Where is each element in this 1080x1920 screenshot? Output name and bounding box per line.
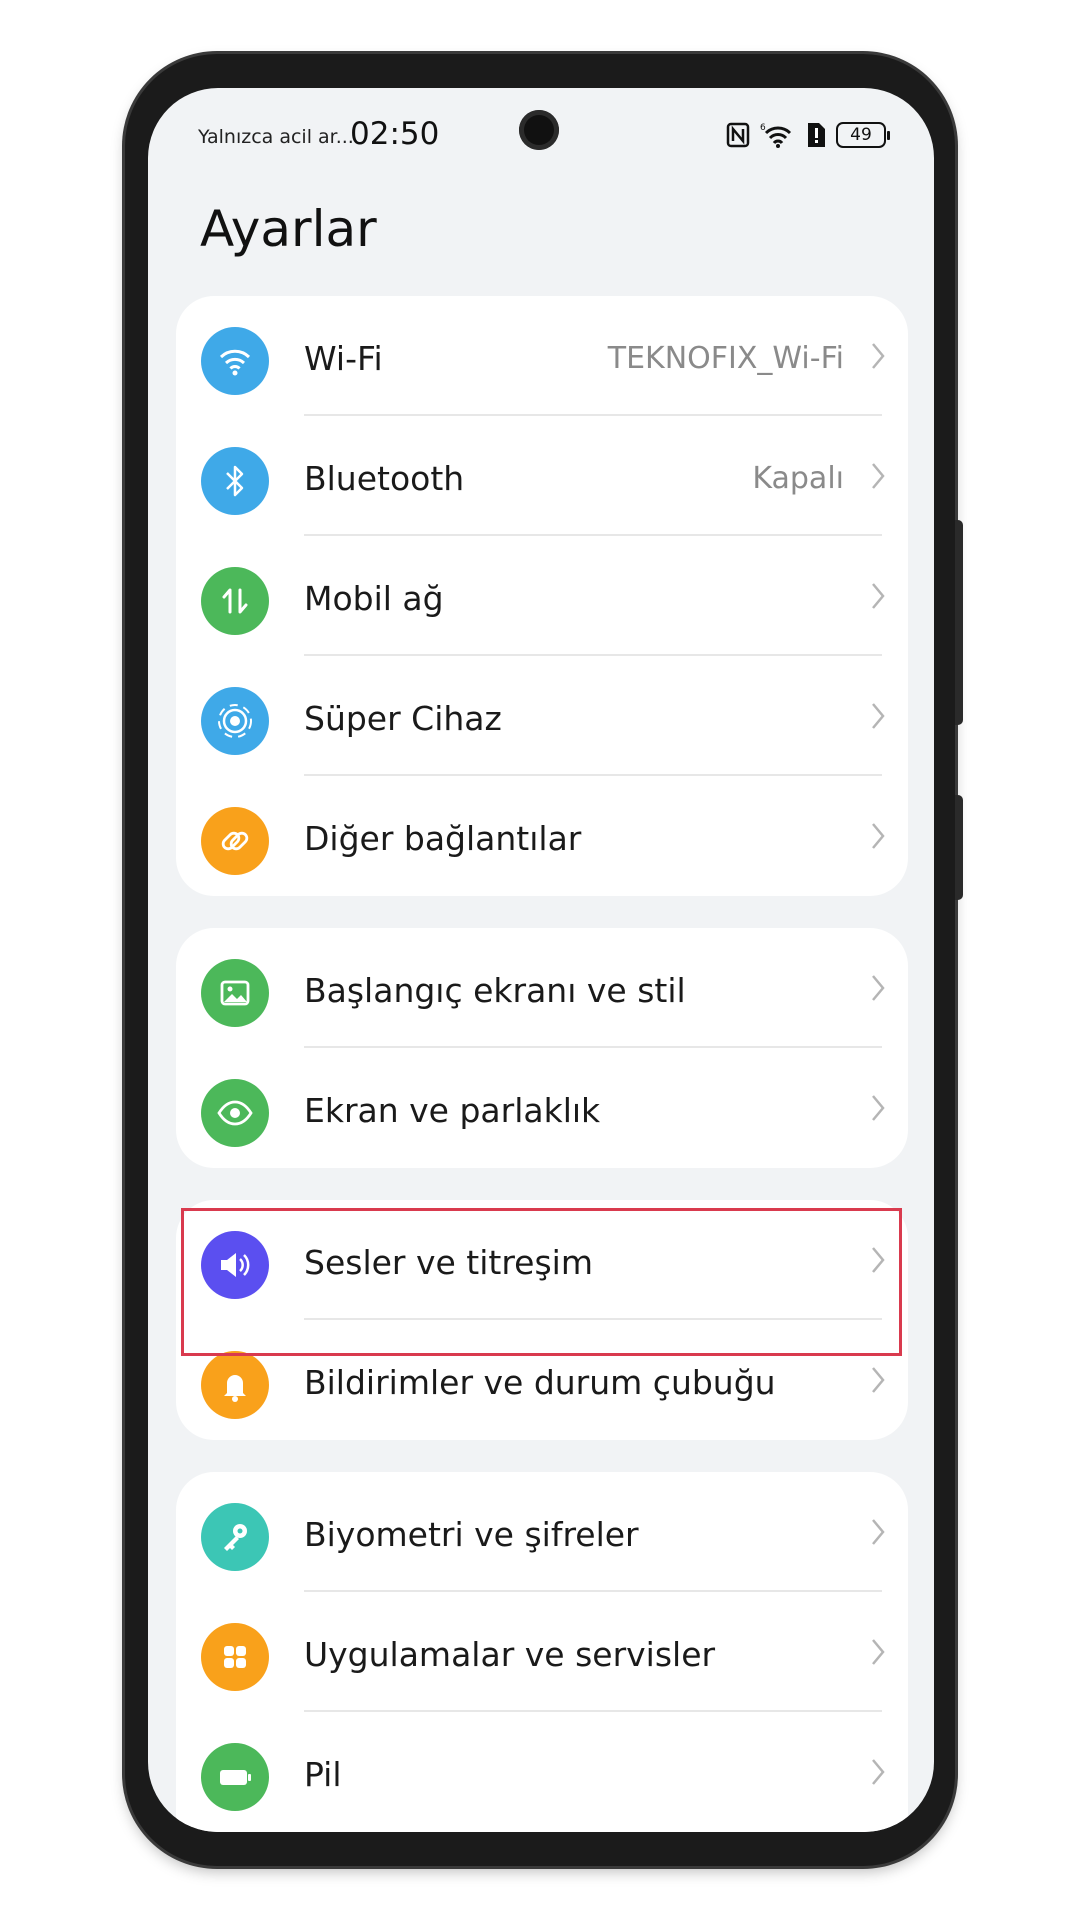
setting-label: Bluetooth (304, 459, 465, 498)
setting-super-device[interactable]: Süper Cihaz (176, 656, 908, 776)
setting-wifi[interactable]: Wi-Fi TEKNOFIX_Wi-Fi (176, 296, 908, 416)
wifi-icon (201, 327, 269, 395)
screen: Yalnızca acil ar... 02:50 6 49 Ayarlar W… (148, 88, 934, 1832)
setting-label: Mobil ağ (304, 579, 444, 618)
settings-group-display: Başlangıç ekranı ve stil Ekran ve parlak… (176, 928, 908, 1168)
front-camera (519, 110, 559, 150)
status-bar: Yalnızca acil ar... 02:50 6 49 (148, 88, 934, 180)
bell-icon (201, 1351, 269, 1419)
chevron-right-icon (872, 1639, 885, 1665)
mobile-data-icon (201, 567, 269, 635)
settings-group-connectivity: Wi-Fi TEKNOFIX_Wi-Fi Bluetooth Kapalı Mo… (176, 296, 908, 896)
setting-value: Kapalı (752, 461, 844, 496)
chevron-right-icon (872, 1759, 885, 1785)
carrier-text: Yalnızca acil ar... (198, 126, 354, 148)
setting-label: Bildirimler ve durum çubuğu (304, 1363, 776, 1402)
chevron-right-icon (872, 823, 885, 849)
eye-icon (201, 1079, 269, 1147)
highlight-box (181, 1208, 902, 1356)
apps-icon (201, 1623, 269, 1691)
sim-alert-icon (808, 123, 825, 147)
chevron-right-icon (872, 583, 885, 609)
setting-bluetooth[interactable]: Bluetooth Kapalı (176, 416, 908, 536)
image-icon (201, 959, 269, 1027)
setting-label: Ekran ve parlaklık (304, 1091, 601, 1130)
setting-home-screen-style[interactable]: Başlangıç ekranı ve stil (176, 928, 908, 1048)
link-icon (201, 807, 269, 875)
settings-group-system: Biyometri ve şifreler Uygulamalar ve ser… (176, 1472, 908, 1832)
setting-label: Başlangıç ekranı ve stil (304, 971, 686, 1010)
chevron-right-icon (872, 703, 885, 729)
chevron-right-icon (872, 463, 885, 489)
page-title: Ayarlar (200, 200, 377, 258)
volume-button (955, 520, 963, 725)
setting-battery[interactable]: Pil (176, 1712, 908, 1832)
key-icon (201, 1503, 269, 1571)
clock: 02:50 (350, 116, 440, 152)
chevron-right-icon (872, 1095, 885, 1121)
setting-label: Pil (304, 1755, 342, 1794)
svg-text:6: 6 (760, 123, 766, 133)
wifi-status-icon: 6 (760, 123, 792, 148)
chevron-right-icon (872, 1367, 885, 1393)
setting-label: Biyometri ve şifreler (304, 1515, 639, 1554)
setting-other-connections[interactable]: Diğer bağlantılar (176, 776, 908, 896)
battery-indicator: 49 (836, 122, 890, 148)
chevron-right-icon (872, 343, 885, 369)
chevron-right-icon (872, 975, 885, 1001)
status-icons: 6 49 (726, 118, 890, 152)
setting-display-brightness[interactable]: Ekran ve parlaklık (176, 1048, 908, 1168)
super-device-icon (201, 687, 269, 755)
setting-apps-services[interactable]: Uygulamalar ve servisler (176, 1592, 908, 1712)
setting-label: Wi-Fi (304, 339, 383, 378)
setting-value: TEKNOFIX_Wi-Fi (607, 341, 844, 376)
setting-mobile-network[interactable]: Mobil ağ (176, 536, 908, 656)
battery-icon (201, 1743, 269, 1811)
setting-label: Diğer bağlantılar (304, 819, 582, 858)
setting-label: Süper Cihaz (304, 699, 502, 738)
chevron-right-icon (872, 1519, 885, 1545)
nfc-icon (726, 122, 750, 148)
setting-biometrics-passwords[interactable]: Biyometri ve şifreler (176, 1472, 908, 1592)
bluetooth-icon (201, 447, 269, 515)
power-button (955, 795, 963, 900)
battery-level: 49 (850, 125, 872, 145)
setting-label: Uygulamalar ve servisler (304, 1635, 716, 1674)
